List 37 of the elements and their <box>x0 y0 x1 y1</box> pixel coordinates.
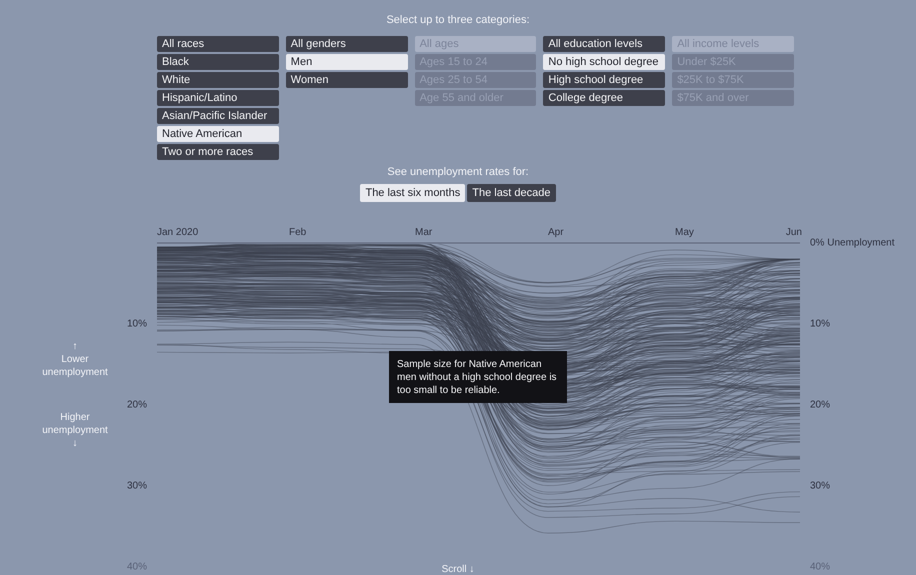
period-button[interactable]: The last six months <box>360 184 466 202</box>
legend-text: Lower unemployment <box>41 353 109 379</box>
axis-tick-label: 10% <box>810 318 830 330</box>
axis-tick-label: 30% <box>126 480 147 492</box>
tooltip-text: Sample size for Native American men without a high school degree is too small to be reliable. <box>389 351 567 403</box>
filter-option[interactable]: White <box>157 72 279 88</box>
month-label: Apr <box>548 227 564 238</box>
month-label: May <box>675 227 694 238</box>
period-label: See unemployment rates for: <box>387 166 529 178</box>
axis-tick-label: 30% <box>810 480 830 492</box>
month-label: Mar <box>415 227 432 238</box>
filter-option[interactable]: College degree <box>543 90 666 106</box>
legend-text: Higher unemployment <box>41 411 109 437</box>
filter-option[interactable]: Native American <box>157 126 279 142</box>
instruction-text: Select up to three categories: <box>386 14 530 28</box>
axis-tick-label: 20% <box>126 400 147 410</box>
filter-option[interactable]: High school degree <box>543 72 666 88</box>
filter-option[interactable]: All races <box>157 36 279 52</box>
filter-option[interactable]: No high school degree <box>543 54 666 70</box>
filter-option[interactable]: All genders <box>286 36 408 52</box>
down-arrow-glyph: ↓ <box>72 437 78 450</box>
month-label: Jan 2020 <box>157 227 198 238</box>
filter-option[interactable]: Asian/Pacific Islander <box>157 108 279 124</box>
filter-option[interactable]: Women <box>286 72 408 88</box>
axis-tick-label: 20% <box>810 400 830 410</box>
filter-option[interactable]: Hispanic/Latino <box>157 90 279 106</box>
filter-option[interactable]: Two or more races <box>157 144 279 160</box>
filter-option[interactable]: Black <box>157 54 279 70</box>
scroll-hint: Scroll ↓ <box>442 564 474 575</box>
period-button[interactable]: The last decade <box>467 184 556 202</box>
up-arrow-glyph: ↑ <box>72 340 78 353</box>
axis-tick-label: 10% <box>126 318 147 330</box>
filter-option[interactable]: Men <box>286 54 408 70</box>
filter-option[interactable]: All education levels <box>543 36 666 52</box>
axis-tick-label: 0% Unemployment <box>810 238 894 248</box>
month-label: Feb <box>289 227 306 238</box>
month-label: Jun <box>786 227 802 238</box>
